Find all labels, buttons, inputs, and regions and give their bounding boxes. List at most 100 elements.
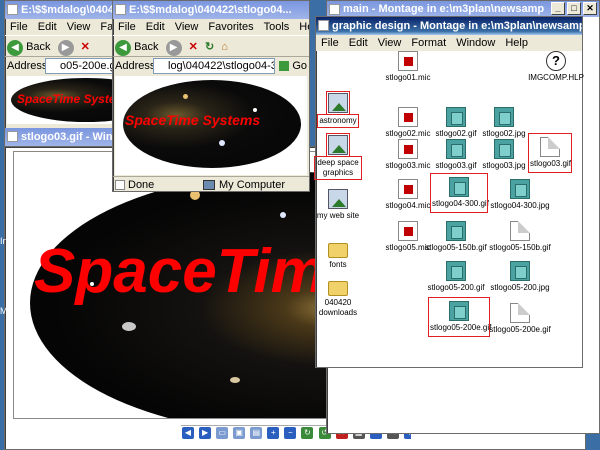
folder-icon	[328, 243, 348, 258]
gif-file-icon	[446, 139, 466, 159]
zoom-out-icon[interactable]: −	[284, 427, 297, 440]
back-button[interactable]: ◀ Back	[7, 39, 51, 56]
file-item[interactable]: stlogo05-200e.gif	[480, 303, 560, 335]
back-arrow-icon: ◀	[115, 40, 131, 56]
file-item[interactable]: stlogo04-300.jpg	[480, 179, 560, 211]
file-item[interactable]: IMGCOMP.HLP	[516, 51, 596, 83]
zoom-in-icon[interactable]: +	[267, 427, 280, 440]
main-window-title: main - Montage in e:\m3plan\newsamp	[343, 3, 545, 15]
file-item[interactable]: stlogo05-200.jpg	[480, 261, 560, 293]
forward-arrow-icon: ▶	[57, 40, 74, 56]
rotate-cw-icon[interactable]: ↻	[301, 427, 314, 440]
menu-tools[interactable]: Tools	[259, 21, 295, 33]
picture-icon	[328, 189, 348, 209]
star	[219, 140, 225, 146]
ie-icon	[115, 4, 126, 15]
image-icon	[7, 131, 18, 142]
back-browser-window: E:\$$mdalog\040422 FileEditViewFavorites…	[4, 0, 124, 150]
montage-item-deep-space-graphics[interactable]: deep space graphics	[308, 133, 368, 180]
jpg-file-icon	[494, 139, 514, 159]
montage-item-astronomy[interactable]: astronomy	[308, 91, 368, 128]
refresh-button[interactable]: ↻	[205, 39, 214, 55]
minimize-button[interactable]: _	[551, 2, 565, 15]
previous-icon[interactable]: ◀	[182, 427, 194, 440]
menu-edit[interactable]: Edit	[344, 37, 373, 49]
item-label: deep space graphics	[314, 156, 362, 180]
address-input[interactable]: log\040422\stlogo04-300.gif	[153, 58, 275, 74]
home-button[interactable]: ⌂	[221, 39, 228, 55]
stop-button[interactable]: ✕	[81, 39, 90, 55]
back-button[interactable]: ◀ Back	[115, 39, 159, 56]
mic-file-icon	[398, 221, 418, 241]
document-icon	[510, 221, 530, 241]
front-window-titlebar[interactable]: E:\$$mdalog\040422\stlogo04...	[113, 1, 309, 19]
file-item[interactable]: stlogo04-300.gif	[430, 173, 489, 213]
gif-file-icon	[446, 107, 466, 127]
viewer-window-titlebar[interactable]: stlogo03.gif - Windo	[5, 128, 123, 146]
menu-favorites[interactable]: Favorites	[203, 21, 258, 33]
graphic-design-titlebar[interactable]: graphic design - Montage in e:\m3plan\ne…	[316, 17, 582, 35]
menu-view[interactable]: View	[373, 37, 407, 49]
star	[280, 212, 286, 218]
montage-item-downloads[interactable]: 040420 downloads	[308, 277, 368, 318]
go-button[interactable]: Go	[279, 57, 307, 75]
mic-file-icon	[398, 139, 418, 159]
stop-button[interactable]: ✕	[189, 39, 198, 55]
desktop-edge-label: In	[0, 236, 8, 246]
forward-button[interactable]: ▶	[165, 39, 182, 56]
banner-text: SpaceTime Systems	[17, 92, 121, 106]
gif-file-icon	[446, 261, 466, 281]
menu-edit[interactable]: Edit	[141, 21, 170, 33]
item-label: fonts	[329, 260, 347, 269]
mic-file-icon	[398, 179, 418, 199]
status-text: Done	[128, 179, 155, 191]
menu-file[interactable]: File	[316, 37, 344, 49]
slideshow-icon[interactable]: ▤	[250, 427, 263, 440]
actual-size-icon[interactable]: ▣	[233, 427, 246, 440]
file-item[interactable]: stlogo01.mic	[368, 51, 448, 83]
back-arrow-icon: ◀	[7, 40, 23, 56]
montage-item-my-web-site[interactable]: my web site	[308, 189, 368, 221]
menu-edit[interactable]: Edit	[33, 21, 62, 33]
picture-icon	[326, 133, 350, 157]
menu-file[interactable]: File	[113, 21, 141, 33]
front-window-address-bar: Address log\040422\stlogo04-300.gif Go	[113, 57, 309, 75]
front-window-menubar: FileEditViewFavoritesToolsHelp	[113, 19, 309, 35]
jpg-file-icon	[510, 179, 530, 199]
menu-window[interactable]: Window	[451, 37, 500, 49]
file-item[interactable]: stlogo05-150b.gif	[480, 221, 560, 253]
back-window-title: E:\$$mdalog\040422	[21, 4, 123, 16]
file-item[interactable]: stlogo03.gif	[528, 133, 572, 173]
menu-format[interactable]: Format	[406, 37, 451, 49]
address-input[interactable]: o05-200e.gif	[45, 58, 121, 74]
graphic-design-window: graphic design - Montage in e:\m3plan\ne…	[314, 16, 584, 368]
menu-help[interactable]: Help	[500, 37, 533, 49]
graphic-design-menubar: File Edit View Format Window Help	[316, 35, 582, 51]
next-icon[interactable]: ▶	[199, 427, 212, 440]
zone-text: My Computer	[219, 179, 286, 191]
forward-button[interactable]: ▶	[57, 39, 74, 56]
viewer-window-title: stlogo03.gif - Windo	[21, 131, 123, 143]
item-label: my web site	[316, 211, 360, 220]
close-button[interactable]: ✕	[583, 2, 597, 15]
front-browser-window: E:\$$mdalog\040422\stlogo04... File Edit V…	[112, 0, 310, 192]
back-window-titlebar[interactable]: E:\$$mdalog\040422	[5, 1, 123, 19]
jpg-file-icon	[510, 261, 530, 281]
maximize-button[interactable]: □	[567, 2, 581, 15]
main-window-titlebar[interactable]: main - Montage in e:\m3plan\newsamp _ □ …	[327, 1, 599, 17]
montage-icon	[329, 4, 340, 15]
menu-view[interactable]: View	[170, 21, 204, 33]
montage-item-fonts[interactable]: fonts	[308, 239, 368, 270]
star	[230, 377, 240, 383]
best-fit-icon[interactable]: ▭	[216, 427, 229, 440]
desktop-edge-label: Mi	[0, 306, 10, 316]
mic-file-icon	[398, 107, 418, 127]
gif-file-icon	[449, 301, 469, 321]
graphic-design-title: graphic design - Montage in e:\m3plan\ne…	[332, 20, 582, 32]
item-label: astronomy	[317, 114, 359, 128]
menu-view[interactable]: View	[62, 21, 96, 33]
back-window-toolbar: ◀ Back ▶ ✕	[5, 35, 123, 57]
back-window-address-bar: Address o05-200e.gif	[5, 57, 123, 75]
menu-help[interactable]: Help	[294, 21, 309, 33]
menu-file[interactable]: File	[5, 21, 33, 33]
